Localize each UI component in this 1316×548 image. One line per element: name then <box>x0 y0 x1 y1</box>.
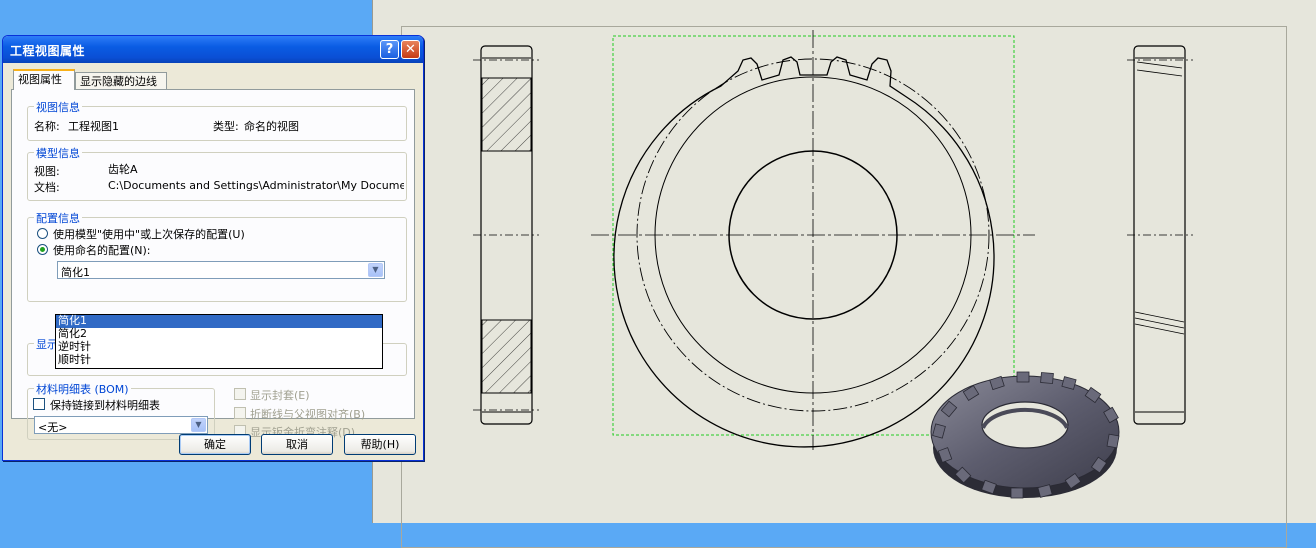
keep-bom-link-label[interactable]: 保持链接到材料明细表 <box>50 397 160 413</box>
type-label: 类型: <box>213 120 239 133</box>
use-inuse-config-label[interactable]: 使用模型"使用中"或上次保存的配置(U) <box>53 226 245 242</box>
model-view-value: 齿轮A <box>108 163 138 176</box>
titlebar-help-button[interactable]: ? <box>380 40 399 59</box>
section-view-left[interactable] <box>473 45 539 425</box>
model-info-group: 模型信息 视图: 齿轮A 文档: C:\Documents and Settin… <box>27 145 407 201</box>
name-label: 名称: <box>34 120 60 133</box>
drawing-view-properties-dialog: 工程视图属性 ? ✕ 视图属性 显示隐藏的边线 视图信息 名称: 工程视图1 类… <box>2 35 424 461</box>
bom-select[interactable]: <无> ▼ <box>34 416 208 434</box>
drawing-canvas[interactable] <box>373 0 1316 523</box>
show-envelopes-checkbox[interactable] <box>234 388 246 400</box>
view-info-title: 视图信息 <box>34 99 82 115</box>
tab-panel: 视图信息 名称: 工程视图1 类型: 命名的视图 模型信息 视图: 齿轮A 文档… <box>11 89 415 440</box>
show-envelopes-label[interactable]: 显示封套(E) <box>250 387 310 403</box>
use-inuse-config-radio[interactable] <box>37 228 48 239</box>
dropdown-option-clockwise[interactable]: 顺时针 <box>56 354 382 367</box>
named-config-select[interactable]: 简化1 ▼ <box>57 261 385 279</box>
help-button[interactable]: 帮助(H) <box>344 434 416 455</box>
use-named-config-label[interactable]: 使用命名的配置(N): <box>53 242 151 258</box>
drawing-sheet[interactable] <box>372 0 1316 548</box>
dropdown-option-simplified1[interactable]: 简化1 <box>56 315 382 328</box>
tab-show-hidden-edges[interactable]: 显示隐藏的边线 <box>75 72 167 90</box>
bom-select-value: <无> <box>38 421 68 434</box>
chevron-down-icon[interactable]: ▼ <box>191 418 206 432</box>
dropdown-option-counterclockwise[interactable]: 逆时针 <box>56 341 382 354</box>
document-path-value: C:\Documents and Settings\Administrator\… <box>108 179 404 192</box>
view-label: 视图: <box>34 165 60 178</box>
break-align-label[interactable]: 折断线与父视图对齐(B) <box>250 406 365 422</box>
bom-group: 材料明细表 (BOM) 保持链接到材料明细表 <无> ▼ <box>27 381 215 440</box>
config-info-group: 配置信息 使用模型"使用中"或上次保存的配置(U) 使用命名的配置(N): 简化… <box>27 210 407 302</box>
type-value: 命名的视图 <box>244 120 299 133</box>
ok-button[interactable]: 确定 <box>179 434 251 455</box>
chevron-down-icon[interactable]: ▼ <box>368 263 383 277</box>
config-dropdown-list[interactable]: 简化1 简化2 逆时针 顺时针 <box>55 314 383 369</box>
view-selection-box <box>612 35 1015 436</box>
side-view-right[interactable] <box>1127 45 1193 425</box>
dialog-titlebar[interactable]: 工程视图属性 ? ✕ <box>3 36 423 63</box>
config-info-title: 配置信息 <box>34 210 82 226</box>
view-info-group: 视图信息 名称: 工程视图1 类型: 命名的视图 <box>27 99 407 141</box>
dialog-title: 工程视图属性 <box>10 44 86 58</box>
cancel-button[interactable]: 取消 <box>261 434 333 455</box>
keep-bom-link-checkbox[interactable] <box>33 398 45 410</box>
use-named-config-radio[interactable] <box>37 244 48 255</box>
bom-title: 材料明细表 (BOM) <box>34 381 131 397</box>
break-align-checkbox[interactable] <box>234 407 246 419</box>
name-value: 工程视图1 <box>68 120 119 133</box>
named-config-value: 简化1 <box>61 266 90 279</box>
dropdown-option-simplified2[interactable]: 简化2 <box>56 328 382 341</box>
gear-3d-preview <box>930 371 1120 499</box>
tab-view-properties[interactable]: 视图属性 <box>13 69 75 90</box>
titlebar-close-button[interactable]: ✕ <box>401 40 420 59</box>
model-info-title: 模型信息 <box>34 145 82 161</box>
document-label: 文档: <box>34 181 60 194</box>
